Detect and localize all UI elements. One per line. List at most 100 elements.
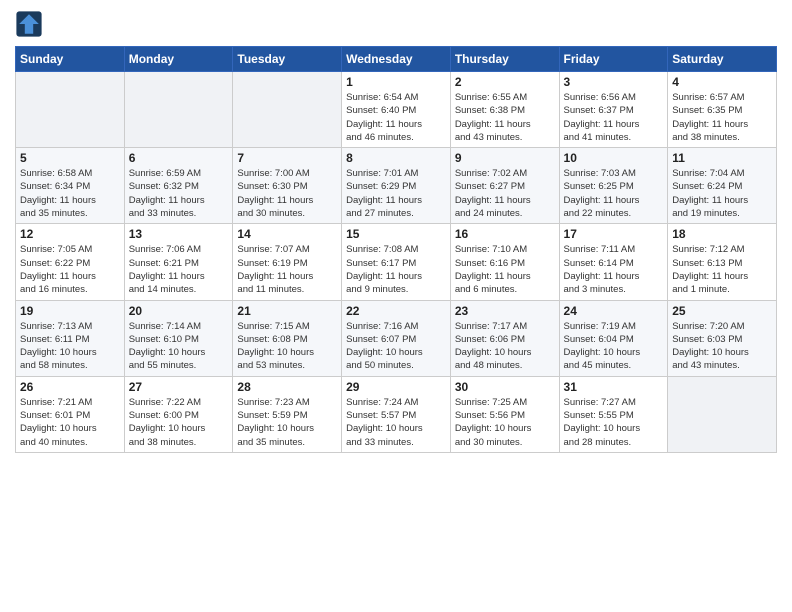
day-number: 21 [237, 304, 337, 318]
calendar-cell: 29 Sunrise: 7:24 AM Sunset: 5:57 PM Dayli… [342, 376, 451, 452]
calendar-cell: 27Sunrise: 7:22 AM Sunset: 6:00 PM Dayli… [124, 376, 233, 452]
day-number: 26 [20, 380, 120, 394]
weekday-header: Monday [124, 47, 233, 72]
day-info: Sunrise: 7:25 AM Sunset: 5:56 PM Dayligh… [455, 396, 555, 449]
day-info: Sunrise: 7:16 AM Sunset: 6:07 PM Dayligh… [346, 320, 446, 373]
weekday-header: Tuesday [233, 47, 342, 72]
calendar-week-row: 5 Sunrise: 6:58 AM Sunset: 6:34 PM Daylig… [16, 148, 777, 224]
calendar-cell: 6 Sunrise: 6:59 AM Sunset: 6:32 PM Daylig… [124, 148, 233, 224]
calendar-cell: 22 Sunrise: 7:16 AM Sunset: 6:07 PM Dayli… [342, 300, 451, 376]
calendar-cell: 17 Sunrise: 7:11 AM Sunset: 6:14 PM Dayli… [559, 224, 668, 300]
day-info: Sunrise: 6:58 AM Sunset: 6:34 PM Dayligh… [20, 167, 120, 220]
day-info: Sunrise: 7:05 AM Sunset: 6:22 PM Dayligh… [20, 243, 120, 296]
calendar-header-row: SundayMondayTuesdayWednesdayThursdayFrid… [16, 47, 777, 72]
day-number: 25 [672, 304, 772, 318]
day-info: Sunrise: 7:10 AM Sunset: 6:16 PM Dayligh… [455, 243, 555, 296]
day-number: 19 [20, 304, 120, 318]
day-number: 29 [346, 380, 446, 394]
day-info: Sunrise: 7:00 AM Sunset: 6:30 PM Dayligh… [237, 167, 337, 220]
day-number: 13 [129, 227, 229, 241]
calendar-cell: 14Sunrise: 7:07 AM Sunset: 6:19 PM Dayli… [233, 224, 342, 300]
day-number: 18 [672, 227, 772, 241]
calendar-cell: 1Sunrise: 6:54 AM Sunset: 6:40 PM Daylig… [342, 72, 451, 148]
logo-icon [15, 10, 43, 38]
day-number: 7 [237, 151, 337, 165]
calendar-cell [668, 376, 777, 452]
day-number: 31 [564, 380, 664, 394]
calendar-cell: 5 Sunrise: 6:58 AM Sunset: 6:34 PM Daylig… [16, 148, 125, 224]
day-info: Sunrise: 7:12 AM Sunset: 6:13 PM Dayligh… [672, 243, 772, 296]
header [15, 10, 777, 38]
day-number: 5 [20, 151, 120, 165]
day-number: 3 [564, 75, 664, 89]
day-info: Sunrise: 6:54 AM Sunset: 6:40 PM Dayligh… [346, 91, 446, 144]
calendar-cell: 18 Sunrise: 7:12 AM Sunset: 6:13 PM Dayli… [668, 224, 777, 300]
calendar-cell: 8 Sunrise: 7:01 AM Sunset: 6:29 PM Daylig… [342, 148, 451, 224]
day-info: Sunrise: 6:57 AM Sunset: 6:35 PM Dayligh… [672, 91, 772, 144]
page: SundayMondayTuesdayWednesdayThursdayFrid… [0, 0, 792, 612]
day-number: 2 [455, 75, 555, 89]
day-info: Sunrise: 7:22 AM Sunset: 6:00 PM Dayligh… [129, 396, 229, 449]
calendar-cell: 26 Sunrise: 7:21 AM Sunset: 6:01 PM Dayli… [16, 376, 125, 452]
calendar-cell: 11 Sunrise: 7:04 AM Sunset: 6:24 PM Dayli… [668, 148, 777, 224]
day-number: 6 [129, 151, 229, 165]
day-info: Sunrise: 6:56 AM Sunset: 6:37 PM Dayligh… [564, 91, 664, 144]
calendar-cell: 12 Sunrise: 7:05 AM Sunset: 6:22 PM Dayli… [16, 224, 125, 300]
day-number: 11 [672, 151, 772, 165]
weekday-header: Saturday [668, 47, 777, 72]
day-info: Sunrise: 6:59 AM Sunset: 6:32 PM Dayligh… [129, 167, 229, 220]
day-info: Sunrise: 7:27 AM Sunset: 5:55 PM Dayligh… [564, 396, 664, 449]
day-info: Sunrise: 7:08 AM Sunset: 6:17 PM Dayligh… [346, 243, 446, 296]
weekday-header: Sunday [16, 47, 125, 72]
calendar-cell: 15Sunrise: 7:08 AM Sunset: 6:17 PM Dayli… [342, 224, 451, 300]
calendar-week-row: 26 Sunrise: 7:21 AM Sunset: 6:01 PM Dayli… [16, 376, 777, 452]
day-number: 22 [346, 304, 446, 318]
calendar-cell: 9Sunrise: 7:02 AM Sunset: 6:27 PM Daylig… [450, 148, 559, 224]
day-number: 10 [564, 151, 664, 165]
calendar-cell: 2 Sunrise: 6:55 AM Sunset: 6:38 PM Daylig… [450, 72, 559, 148]
day-info: Sunrise: 7:11 AM Sunset: 6:14 PM Dayligh… [564, 243, 664, 296]
calendar-cell: 23 Sunrise: 7:17 AM Sunset: 6:06 PM Dayli… [450, 300, 559, 376]
day-info: Sunrise: 7:01 AM Sunset: 6:29 PM Dayligh… [346, 167, 446, 220]
calendar-cell: 31 Sunrise: 7:27 AM Sunset: 5:55 PM Dayli… [559, 376, 668, 452]
day-number: 4 [672, 75, 772, 89]
logo [15, 10, 47, 38]
day-info: Sunrise: 7:17 AM Sunset: 6:06 PM Dayligh… [455, 320, 555, 373]
day-number: 20 [129, 304, 229, 318]
day-info: Sunrise: 7:24 AM Sunset: 5:57 PM Dayligh… [346, 396, 446, 449]
weekday-header: Friday [559, 47, 668, 72]
day-info: Sunrise: 7:04 AM Sunset: 6:24 PM Dayligh… [672, 167, 772, 220]
day-number: 17 [564, 227, 664, 241]
weekday-header: Wednesday [342, 47, 451, 72]
day-number: 28 [237, 380, 337, 394]
day-info: Sunrise: 7:15 AM Sunset: 6:08 PM Dayligh… [237, 320, 337, 373]
calendar-week-row: 1Sunrise: 6:54 AM Sunset: 6:40 PM Daylig… [16, 72, 777, 148]
calendar-cell: 25 Sunrise: 7:20 AM Sunset: 6:03 PM Dayli… [668, 300, 777, 376]
day-info: Sunrise: 7:03 AM Sunset: 6:25 PM Dayligh… [564, 167, 664, 220]
day-info: Sunrise: 7:06 AM Sunset: 6:21 PM Dayligh… [129, 243, 229, 296]
calendar-week-row: 19 Sunrise: 7:13 AM Sunset: 6:11 PM Dayli… [16, 300, 777, 376]
calendar: SundayMondayTuesdayWednesdayThursdayFrid… [15, 46, 777, 453]
day-number: 23 [455, 304, 555, 318]
weekday-header: Thursday [450, 47, 559, 72]
day-info: Sunrise: 7:21 AM Sunset: 6:01 PM Dayligh… [20, 396, 120, 449]
day-number: 24 [564, 304, 664, 318]
day-info: Sunrise: 7:20 AM Sunset: 6:03 PM Dayligh… [672, 320, 772, 373]
day-info: Sunrise: 7:07 AM Sunset: 6:19 PM Dayligh… [237, 243, 337, 296]
calendar-cell: 24Sunrise: 7:19 AM Sunset: 6:04 PM Dayli… [559, 300, 668, 376]
calendar-cell: 7 Sunrise: 7:00 AM Sunset: 6:30 PM Daylig… [233, 148, 342, 224]
day-number: 30 [455, 380, 555, 394]
calendar-cell [124, 72, 233, 148]
calendar-cell: 13 Sunrise: 7:06 AM Sunset: 6:21 PM Dayli… [124, 224, 233, 300]
calendar-cell: 28Sunrise: 7:23 AM Sunset: 5:59 PM Dayli… [233, 376, 342, 452]
day-info: Sunrise: 7:13 AM Sunset: 6:11 PM Dayligh… [20, 320, 120, 373]
calendar-cell [233, 72, 342, 148]
day-number: 9 [455, 151, 555, 165]
day-info: Sunrise: 6:55 AM Sunset: 6:38 PM Dayligh… [455, 91, 555, 144]
day-number: 16 [455, 227, 555, 241]
day-info: Sunrise: 7:14 AM Sunset: 6:10 PM Dayligh… [129, 320, 229, 373]
calendar-cell: 30 Sunrise: 7:25 AM Sunset: 5:56 PM Dayli… [450, 376, 559, 452]
day-number: 12 [20, 227, 120, 241]
calendar-week-row: 12 Sunrise: 7:05 AM Sunset: 6:22 PM Dayli… [16, 224, 777, 300]
day-number: 8 [346, 151, 446, 165]
